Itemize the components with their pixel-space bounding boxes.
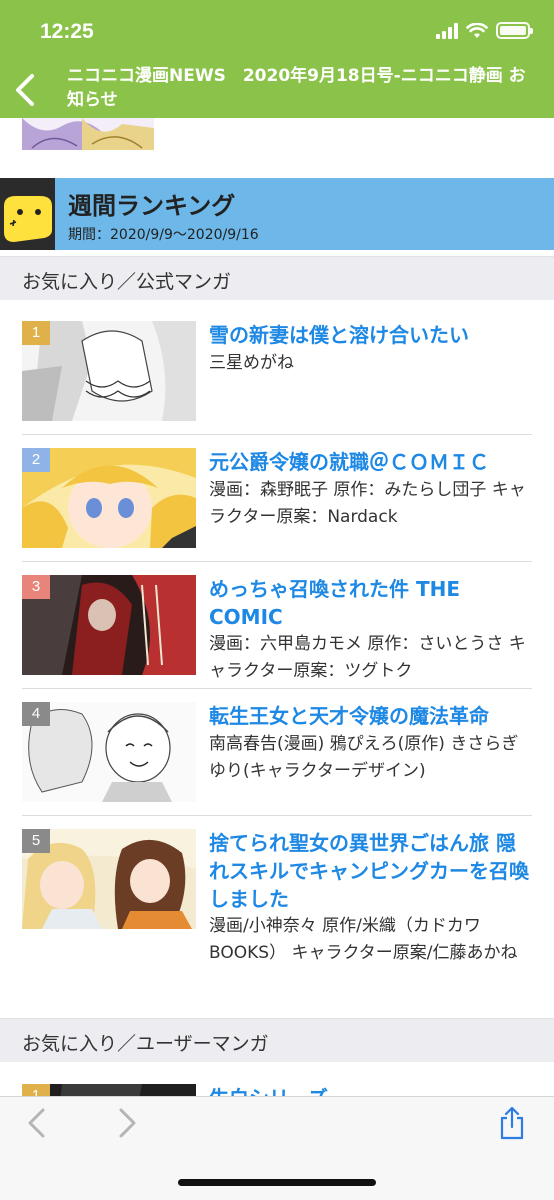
niconico-mascot-icon (0, 178, 55, 250)
battery-icon (496, 22, 533, 39)
nav-bar: ニコニコ漫画NEWS 2020年9月18日号-ニコニコ静画 お知らせ (0, 62, 554, 118)
section-header-user: お気に入り／ユーザーマンガ (0, 1018, 554, 1062)
manga-author: 南高春告(漫画) 鴉ぴえろ(原作) きさらぎゆり(キャラクターデザイン) (209, 734, 519, 781)
status-time: 12:25 (40, 20, 94, 43)
ranking-item[interactable]: 2 元公爵令嬢の就職＠ＣＯＭＩＣ 漫画：森野眠子 原作：みたらし団子 キャラクタ… (22, 448, 532, 552)
manga-title-link[interactable]: 転生王女と天才令嬢の魔法革命 (209, 702, 534, 730)
ranking-item[interactable]: 1 雪の新妻は僕と溶け合いたい 三星めがね (22, 321, 532, 425)
share-icon[interactable] (494, 1105, 530, 1141)
manga-title-link[interactable]: 捨てられ聖女の異世界ごはん旅 隠れスキルでキャンピングカーを召喚しました (209, 829, 534, 913)
divider (22, 434, 532, 435)
manga-title-link[interactable]: めっちゃ召喚された件 THE COMIC (209, 575, 534, 631)
article-content: 週間ランキング 期間：2020/9/9〜2020/9/16 お気に入り／公式マン… (0, 118, 554, 1096)
ranking-item[interactable]: 3 めっちゃ召喚された件 THE COMIC 漫画：六甲島カモメ 原作：さいとう… (22, 575, 534, 681)
rank-badge: 5 (22, 829, 50, 853)
rank-badge: 2 (22, 448, 50, 472)
ranking-item[interactable]: 5 捨てられ聖女の異世界ごはん旅 隠れスキルでキャンピングカーを召喚しました 漫… (22, 829, 532, 999)
home-indicator[interactable] (178, 1179, 376, 1186)
status-bar: 12:25 (0, 0, 554, 62)
section-label: お気に入り／ユーザーマンガ (22, 1033, 269, 1055)
ranking-period: 期間：2020/9/9〜2020/9/16 (68, 227, 259, 243)
manga-title-link[interactable]: 元公爵令嬢の就職＠ＣＯＭＩＣ (209, 448, 534, 476)
signal-icon (436, 22, 458, 39)
rank-badge: 4 (22, 702, 50, 726)
divider (22, 561, 532, 562)
divider (22, 815, 532, 816)
page-title: ニコニコ漫画NEWS 2020年9月18日号-ニコニコ静画 お知らせ (67, 66, 526, 110)
manga-author: 漫画：森野眠子 原作：みたらし団子 キャラクター原案：Nardack (209, 480, 526, 527)
manga-title-link[interactable]: 生白シリーズ (209, 1084, 534, 1096)
ranking-header: 週間ランキング 期間：2020/9/9〜2020/9/16 (0, 178, 554, 250)
manga-author: 漫画/小神奈々 原作/米織（カドカワBOOKS） キャラクター原案/仁藤あかね (209, 916, 518, 963)
wifi-icon (466, 22, 488, 38)
rank-badge: 1 (22, 321, 50, 345)
ranking-item[interactable]: 1 生白シリーズ (22, 1084, 532, 1096)
article-image (22, 118, 154, 150)
browser-toolbar (0, 1096, 554, 1200)
divider (22, 688, 532, 689)
ranking-title: 週間ランキング (68, 192, 236, 220)
status-icons (436, 22, 533, 39)
rank-badge: 1 (22, 1084, 50, 1096)
chevron-left-icon[interactable] (20, 1105, 56, 1141)
manga-title-link[interactable]: 雪の新妻は僕と溶け合いたい (209, 321, 534, 349)
section-label: お気に入り／公式マンガ (22, 271, 232, 293)
ranking-item[interactable]: 4 転生王女と天才令嬢の魔法革命 南高春告(漫画) 鴉ぴえろ(原作) きさらぎゆ… (22, 702, 532, 806)
rank-badge: 3 (22, 575, 50, 599)
manga-author: 三星めがね (209, 353, 294, 373)
manga-author: 漫画：六甲島カモメ 原作：さいとうさ キャラクター原案：ツグトク (209, 634, 526, 681)
chevron-right-icon[interactable] (108, 1105, 144, 1141)
section-header-official: お気に入り／公式マンガ (0, 256, 554, 300)
chevron-left-icon[interactable] (10, 68, 44, 112)
